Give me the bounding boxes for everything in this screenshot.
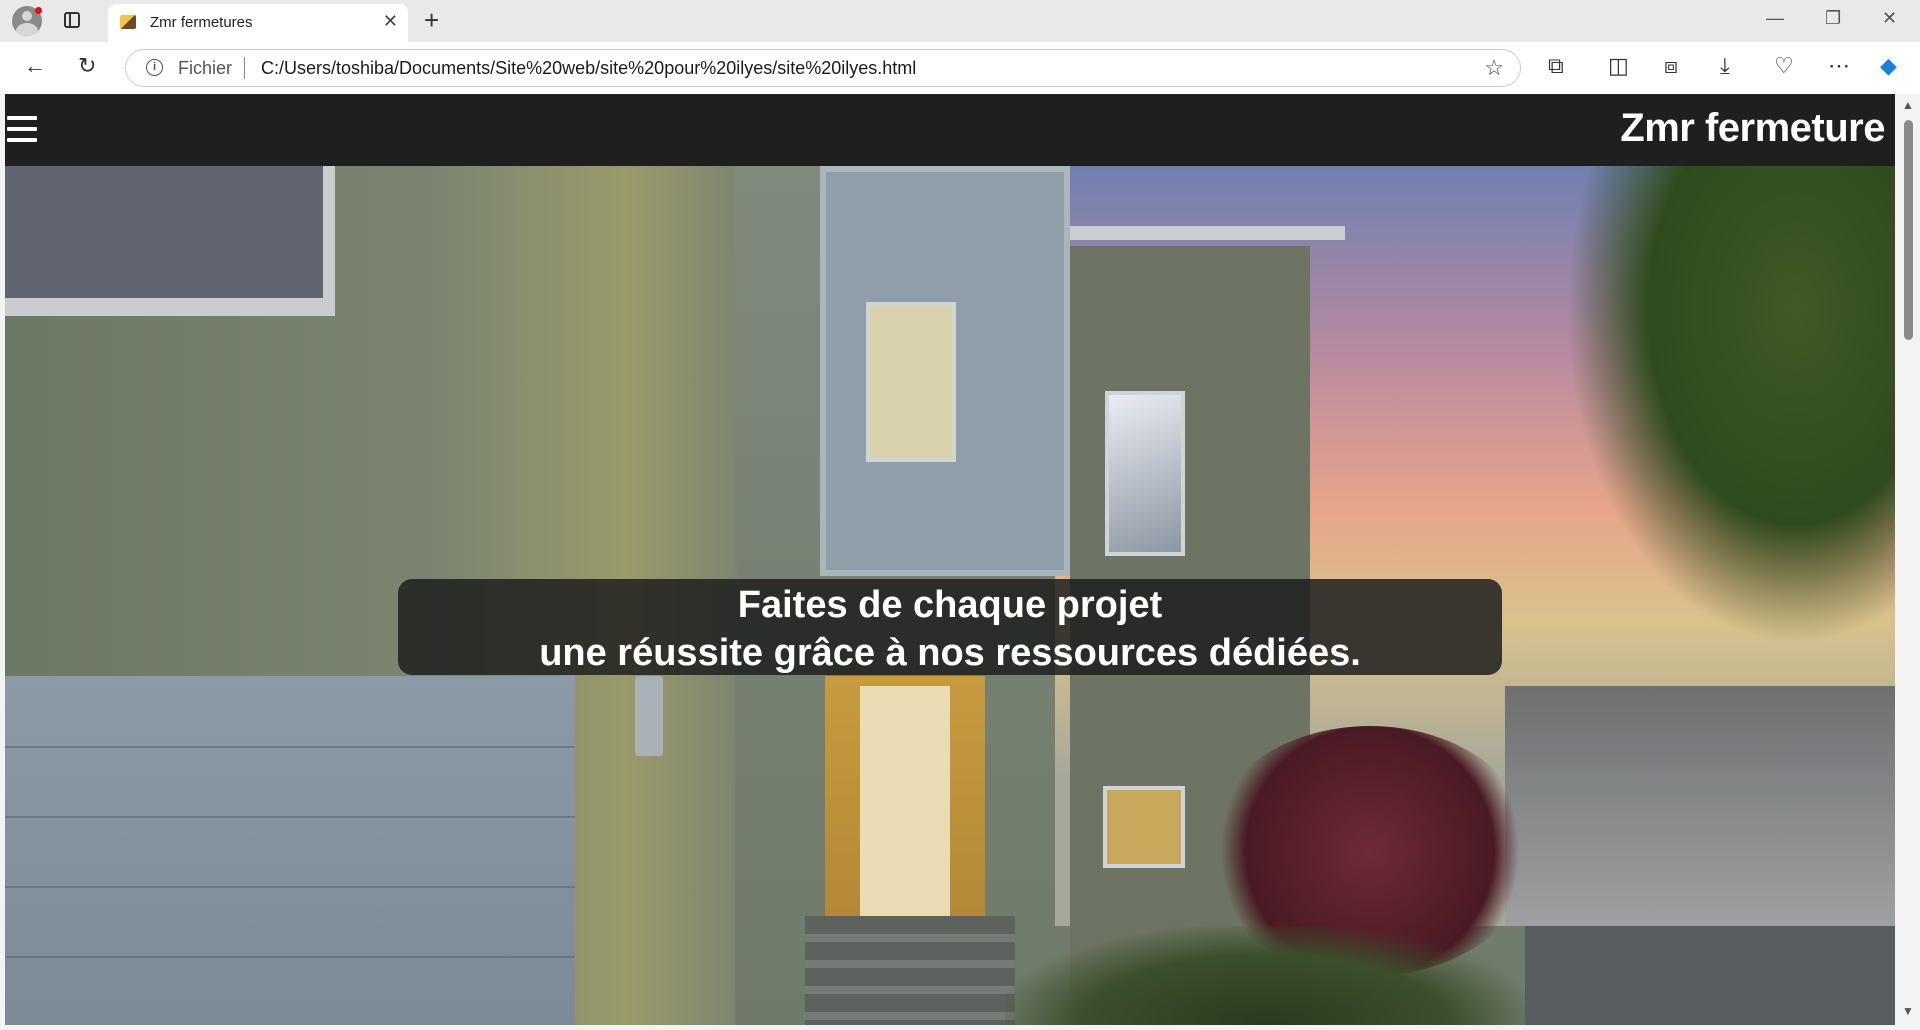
hero-image: Faites de chaque projet une réussite grâ…: [5, 166, 1895, 1025]
downloads-icon[interactable]: ⤓: [1720, 54, 1730, 78]
close-window-button[interactable]: ✕: [1882, 8, 1897, 29]
minimize-button[interactable]: —: [1766, 8, 1784, 29]
hero-shrubs: [1005, 926, 1525, 1025]
scheme-label: Fichier: [178, 58, 233, 78]
favicon-icon: [120, 15, 136, 29]
hero-steps: [805, 916, 1015, 1025]
scrollbar-thumb[interactable]: [1904, 120, 1913, 340]
hero-small-window: [1103, 786, 1185, 868]
refresh-icon[interactable]: ↻: [78, 54, 96, 78]
extensions-icon[interactable]: ⧉: [1548, 54, 1564, 78]
favorite-star-icon[interactable]: ☆: [1484, 55, 1504, 81]
hero-tower-window: [866, 302, 956, 462]
browser-title-bar: Zmr fermetures ✕ + — ❐ ✕: [0, 0, 1920, 42]
notification-dot: [35, 7, 42, 14]
split-screen-icon[interactable]: ◫: [1608, 54, 1629, 78]
tab-actions-icon[interactable]: [64, 12, 80, 28]
hero-front-door: [860, 686, 950, 916]
address-bar[interactable]: i Fichier C:/Users/toshiba/Documents/Sit…: [125, 49, 1521, 87]
back-icon[interactable]: ←: [24, 54, 46, 78]
more-options-icon[interactable]: ⋯: [1828, 54, 1850, 78]
hamburger-menu-icon[interactable]: [7, 116, 37, 144]
hero-tree-leaves: [1565, 166, 1895, 646]
hero-wall-lamp: [635, 676, 663, 756]
site-brand[interactable]: Zmr fermeture: [1620, 106, 1885, 151]
tab-title: Zmr fermetures: [150, 14, 253, 31]
hero-tower: [820, 166, 1070, 576]
copilot-icon[interactable]: ◆: [1880, 54, 1897, 78]
browser-essentials-icon[interactable]: ♡: [1774, 54, 1794, 78]
restore-button[interactable]: ❐: [1825, 8, 1841, 29]
tagline-line-2: une réussite grâce à nos ressources dédi…: [539, 632, 1361, 674]
hero-tagline: Faites de chaque projet une réussite grâ…: [398, 579, 1502, 675]
site-header: Zmr fermeture: [5, 94, 1895, 166]
tagline-line-1: Faites de chaque projet: [737, 584, 1163, 626]
scroll-down-icon[interactable]: ▼: [1902, 1004, 1914, 1018]
page-viewport: Zmr fermeture Faites de chaque projet un…: [5, 94, 1895, 1025]
hero-neighbor-houses: [1505, 686, 1895, 926]
browser-tab-active[interactable]: Zmr fermetures ✕: [108, 4, 408, 42]
scroll-up-icon[interactable]: ▲: [1902, 98, 1914, 112]
new-tab-button[interactable]: +: [424, 6, 439, 34]
collections-icon[interactable]: ⧈: [1664, 54, 1678, 78]
tab-close-icon[interactable]: ✕: [383, 11, 398, 32]
hero-right-window: [1105, 391, 1185, 556]
hero-road: [1525, 926, 1895, 1025]
hero-garage-door: [5, 676, 575, 1025]
info-icon[interactable]: i: [146, 59, 163, 76]
address-separator: [244, 57, 245, 79]
page-scrollbar[interactable]: ▲ ▼: [1895, 94, 1920, 1025]
browser-toolbar: ← ↻ i Fichier C:/Users/toshiba/Documents…: [0, 42, 1920, 94]
url-text[interactable]: C:/Users/toshiba/Documents/Site%20web/si…: [261, 58, 916, 79]
hero-roof-edge: [1055, 226, 1345, 240]
hero-top-window: [5, 166, 335, 316]
